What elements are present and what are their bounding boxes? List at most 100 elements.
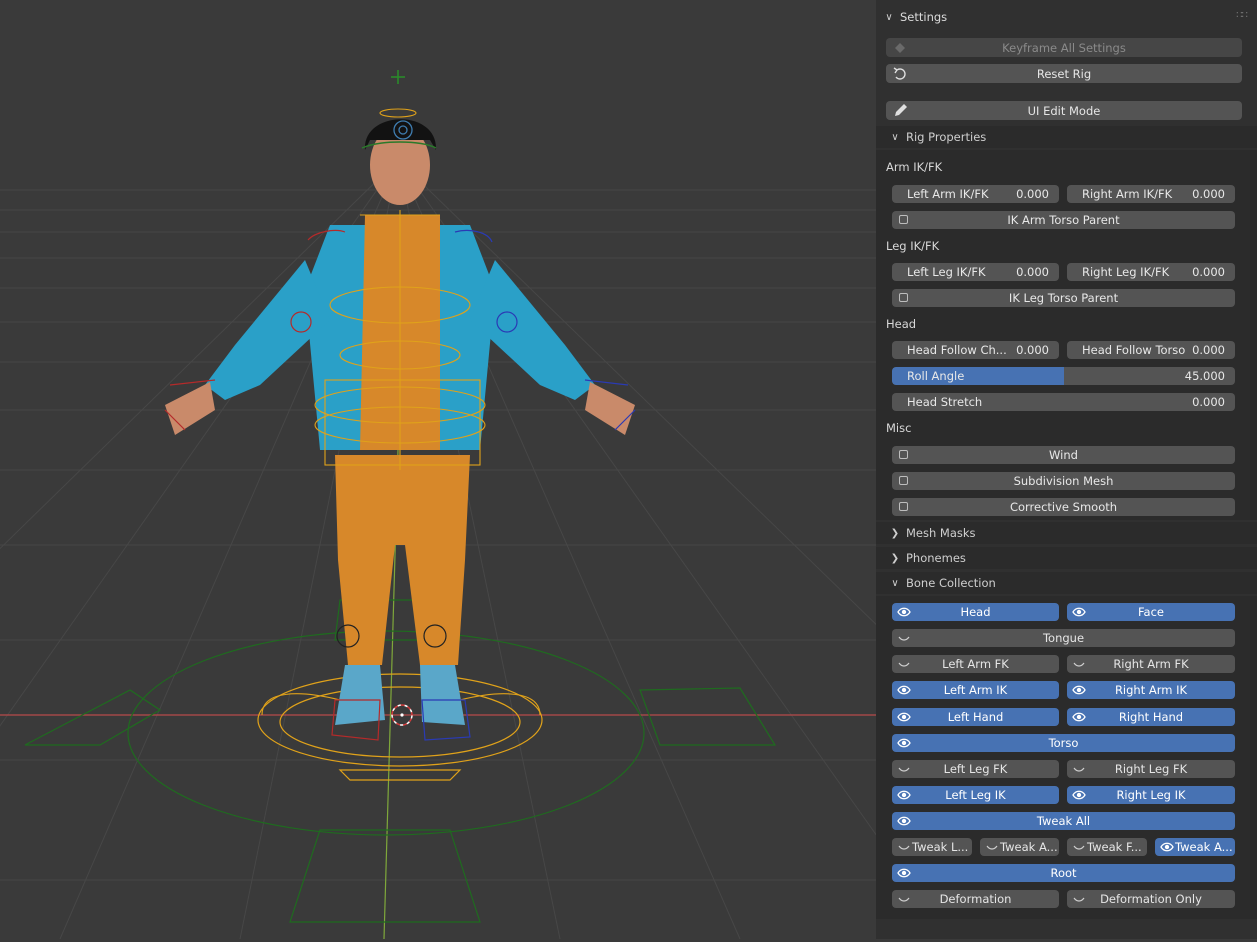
bone-collection-head[interactable]: Head — [892, 603, 1059, 621]
head-stretch-field[interactable]: Head Stretch 0.000 — [892, 393, 1235, 411]
bone-collection-deformation-only[interactable]: Deformation Only — [1067, 890, 1235, 908]
undo-arrow-icon — [892, 66, 908, 81]
bone-collection-torso[interactable]: Torso — [892, 734, 1235, 752]
checkbox-icon — [899, 215, 908, 224]
eye-open-icon[interactable] — [1072, 788, 1086, 802]
eye-open-icon[interactable] — [897, 605, 911, 619]
bone-collection-label: Left Leg IK — [945, 788, 1006, 802]
eye-closed-icon[interactable] — [1072, 762, 1086, 776]
arm-ikfk-heading: Arm IK/FK — [886, 160, 943, 174]
left-arm-ikfk-value: 0.000 — [1016, 187, 1049, 201]
bone-collection-label: Head — [960, 605, 991, 619]
bone-collection-left-leg-fk[interactable]: Left Leg FK — [892, 760, 1059, 778]
roll-angle-value: 45.000 — [1184, 369, 1225, 383]
bone-collection-tongue[interactable]: Tongue — [892, 629, 1235, 647]
viewport-canvas[interactable] — [0, 0, 1201, 940]
eye-open-icon[interactable] — [897, 866, 911, 880]
bone-collection-tweak-l[interactable]: Tweak L... — [892, 838, 972, 856]
bone-collection-label: Right Arm FK — [1113, 657, 1189, 671]
ik-arm-torso-parent-toggle[interactable]: IK Arm Torso Parent — [892, 211, 1235, 229]
eye-open-icon[interactable] — [1160, 840, 1174, 854]
bone-collection-tweak-f[interactable]: Tweak F... — [1067, 838, 1147, 856]
bone-collection-left-leg-ik[interactable]: Left Leg IK — [892, 786, 1059, 804]
subdivision-mesh-label: Subdivision Mesh — [1013, 474, 1114, 488]
eye-open-icon[interactable] — [897, 814, 911, 828]
bone-collection-label: Tweak L... — [912, 840, 969, 854]
bone-collection-label: Tongue — [1042, 631, 1085, 645]
bone-collection-tweak-all[interactable]: Tweak All — [892, 812, 1235, 830]
bone-collection-header[interactable]: ∨ Bone Collection — [876, 572, 1257, 594]
bone-collection-left-hand[interactable]: Left Hand — [892, 708, 1059, 726]
roll-angle-label: Roll Angle — [907, 369, 965, 383]
chevron-right-icon: ❯ — [890, 527, 900, 539]
head-follow-chest-label: Head Follow Ch... — [907, 343, 1007, 357]
grip-dots-icon[interactable]: ∷∷ — [1236, 10, 1248, 21]
3d-viewport[interactable] — [0, 0, 1201, 940]
right-leg-ikfk-field[interactable]: Right Leg IK/FK 0.000 — [1067, 263, 1235, 281]
bone-collection-label: Torso — [1048, 736, 1079, 750]
subdivision-mesh-toggle[interactable]: Subdivision Mesh — [892, 472, 1235, 490]
bone-collection-right-arm-ik[interactable]: Right Arm IK — [1067, 681, 1235, 699]
keyframe-all-settings-button[interactable]: Keyframe All Settings — [886, 38, 1242, 57]
eye-closed-icon[interactable] — [897, 892, 911, 906]
bone-collection-label: Left Arm IK — [943, 683, 1008, 697]
ik-leg-torso-parent-toggle[interactable]: IK Leg Torso Parent — [892, 289, 1235, 307]
ui-edit-mode-button[interactable]: UI Edit Mode — [886, 101, 1242, 120]
chevron-down-icon: ∨ — [891, 131, 899, 143]
leg-ikfk-heading: Leg IK/FK — [886, 239, 940, 253]
corrective-smooth-label: Corrective Smooth — [1009, 500, 1118, 514]
eye-open-icon[interactable] — [897, 736, 911, 750]
bone-collection-left-arm-fk[interactable]: Left Arm FK — [892, 655, 1059, 673]
bone-collection-right-arm-fk[interactable]: Right Arm FK — [1067, 655, 1235, 673]
phonemes-title: Phonemes — [906, 551, 966, 565]
bone-collection-right-leg-fk[interactable]: Right Leg FK — [1067, 760, 1235, 778]
eye-open-icon[interactable] — [1072, 605, 1086, 619]
eye-closed-icon[interactable] — [897, 762, 911, 776]
settings-panel-header[interactable]: ∨ Settings ∷∷ — [876, 6, 1257, 28]
eye-closed-icon[interactable] — [897, 657, 911, 671]
pencil-icon — [892, 103, 908, 118]
head-heading: Head — [886, 317, 917, 331]
reset-rig-button[interactable]: Reset Rig — [886, 64, 1242, 83]
bone-collection-face[interactable]: Face — [1067, 603, 1235, 621]
left-arm-ikfk-field[interactable]: Left Arm IK/FK 0.000 — [892, 185, 1059, 203]
eye-closed-icon[interactable] — [897, 840, 911, 854]
eye-closed-icon[interactable] — [1072, 840, 1086, 854]
right-arm-ikfk-value: 0.000 — [1192, 187, 1225, 201]
head-follow-torso-value: 0.000 — [1192, 343, 1225, 357]
corrective-smooth-toggle[interactable]: Corrective Smooth — [892, 498, 1235, 516]
eye-open-icon[interactable] — [897, 710, 911, 724]
bone-collection-label: Tweak F... — [1087, 840, 1142, 854]
checkbox-icon — [899, 293, 908, 302]
right-arm-ikfk-field[interactable]: Right Arm IK/FK 0.000 — [1067, 185, 1235, 203]
bone-collection-right-hand[interactable]: Right Hand — [1067, 708, 1235, 726]
roll-angle-slider[interactable]: Roll Angle 45.000 — [892, 367, 1235, 385]
ik-leg-torso-parent-label: IK Leg Torso Parent — [1008, 291, 1119, 305]
head-follow-chest-field[interactable]: Head Follow Ch... 0.000 — [892, 341, 1059, 359]
checkbox-icon — [899, 476, 908, 485]
eye-open-icon[interactable] — [1072, 683, 1086, 697]
eye-closed-icon[interactable] — [985, 840, 999, 854]
bone-collection-tweak-a-2[interactable]: Tweak A... — [1155, 838, 1235, 856]
mesh-masks-header[interactable]: ❯ Mesh Masks — [876, 522, 1257, 544]
eye-open-icon[interactable] — [1072, 710, 1086, 724]
misc-heading: Misc — [886, 421, 912, 435]
eye-closed-icon[interactable] — [1072, 657, 1086, 671]
bone-collection-right-leg-ik[interactable]: Right Leg IK — [1067, 786, 1235, 804]
bone-collection-tweak-a-1[interactable]: Tweak A... — [980, 838, 1059, 856]
phonemes-header[interactable]: ❯ Phonemes — [876, 547, 1257, 569]
checkbox-icon — [899, 450, 908, 459]
bone-collection-root[interactable]: Root — [892, 864, 1235, 882]
left-leg-ikfk-field[interactable]: Left Leg IK/FK 0.000 — [892, 263, 1059, 281]
eye-closed-icon[interactable] — [1072, 892, 1086, 906]
eye-open-icon[interactable] — [897, 683, 911, 697]
bone-collection-deformation[interactable]: Deformation — [892, 890, 1059, 908]
keyframe-all-settings-label: Keyframe All Settings — [1002, 40, 1126, 55]
eye-open-icon[interactable] — [897, 788, 911, 802]
bone-collection-left-arm-ik[interactable]: Left Arm IK — [892, 681, 1059, 699]
rig-properties-header[interactable]: ∨ Rig Properties — [876, 126, 1257, 148]
wind-label: Wind — [1049, 448, 1078, 462]
wind-toggle[interactable]: Wind — [892, 446, 1235, 464]
head-follow-torso-field[interactable]: Head Follow Torso 0.000 — [1067, 341, 1235, 359]
eye-closed-icon[interactable] — [897, 631, 911, 645]
